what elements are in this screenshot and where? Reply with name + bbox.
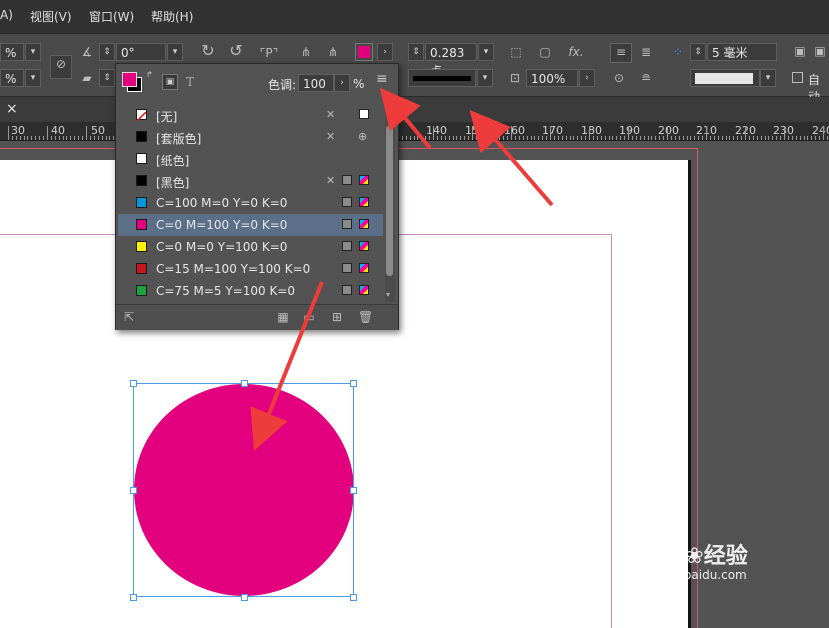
watermark-brand2: 经验	[703, 544, 748, 569]
baidu-watermark: Bai❀经验 jingyan.baidu.com	[636, 538, 748, 582]
watermark-brand: Bai	[636, 540, 686, 570]
arrow-to-panel-menu	[379, 87, 432, 150]
annotation-arrows	[250, 87, 554, 451]
watermark-url: jingyan.baidu.com	[636, 568, 747, 582]
paw-icon: ❀	[685, 544, 704, 569]
arrow-to-circle	[250, 281, 324, 451]
arrow-to-ruler	[469, 109, 554, 207]
